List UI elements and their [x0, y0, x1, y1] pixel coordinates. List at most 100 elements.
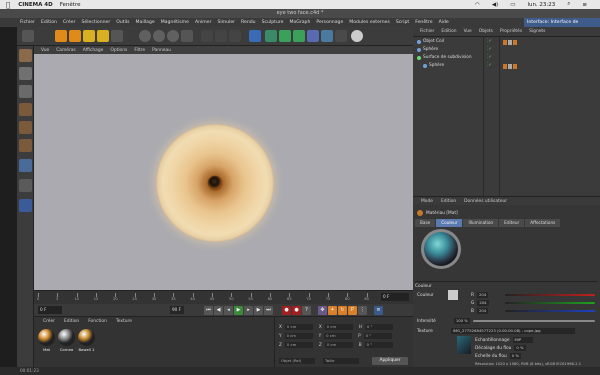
- material-swatch[interactable]: Mat: [38, 329, 55, 357]
- r-slider[interactable]: [505, 294, 595, 296]
- tab-3[interactable]: Editeur: [499, 219, 525, 227]
- color-swatch[interactable]: [447, 290, 458, 300]
- viewport-menu-item[interactable]: Vue: [41, 48, 49, 53]
- key-rot-button[interactable]: ↻: [338, 306, 347, 315]
- visibility-dots[interactable]: ⁚✓: [487, 46, 492, 54]
- object-menu-item[interactable]: Fichier: [420, 29, 434, 34]
- menu-7[interactable]: Animer: [195, 20, 212, 25]
- points-mode-icon[interactable]: [19, 103, 32, 116]
- menu-14[interactable]: Script: [396, 20, 409, 25]
- sculpt-icon[interactable]: [19, 199, 32, 212]
- material-menu-item[interactable]: Fonction: [88, 319, 107, 326]
- window-menu[interactable]: Fenêtre: [60, 2, 81, 8]
- wifi-icon[interactable]: ◠: [475, 2, 480, 8]
- volume-icon[interactable]: ◀): [492, 2, 498, 8]
- viewport-menu-item[interactable]: Options: [110, 48, 127, 53]
- deformer-icon[interactable]: [307, 30, 319, 42]
- object-menu-item[interactable]: Vue: [464, 29, 472, 34]
- b-value[interactable]: 204: [476, 308, 489, 314]
- key-pla-button[interactable]: ⋮: [358, 306, 367, 315]
- coord-position-field[interactable]: 0 cm: [284, 341, 313, 348]
- coord-size-field[interactable]: 0 cm: [324, 323, 353, 330]
- menu-12[interactable]: Personnage: [316, 20, 343, 25]
- tab-2[interactable]: Illumination: [463, 219, 499, 227]
- menu-5[interactable]: Maillage: [136, 20, 155, 25]
- timeline-ruler[interactable]: 051015202530354045505560657075808590: [37, 293, 390, 301]
- array-icon[interactable]: [293, 30, 305, 42]
- coordinate-system-icon[interactable]: [181, 30, 193, 42]
- object-row[interactable]: Sphère ⁚✓: [413, 46, 600, 54]
- clock[interactable]: lun. 23:23: [527, 2, 555, 8]
- autokey-button[interactable]: ●: [292, 306, 301, 315]
- key-pos-button[interactable]: ✥: [318, 306, 327, 315]
- coord-size-field[interactable]: 0 cm: [324, 341, 353, 348]
- intensity-value[interactable]: 100 %: [453, 318, 470, 324]
- coord-position-field[interactable]: 0 cm: [284, 323, 313, 330]
- spline-icon[interactable]: [265, 30, 277, 42]
- menu-3[interactable]: Sélectionner: [81, 20, 110, 25]
- material-swatch[interactable]: Cornea: [58, 329, 75, 357]
- menu-4[interactable]: Outils: [116, 20, 129, 25]
- polygons-mode-icon[interactable]: [19, 139, 32, 152]
- blur-offset-value[interactable]: 0 %: [514, 345, 526, 351]
- rotate-icon[interactable]: [97, 30, 109, 42]
- object-menu-item[interactable]: Edition: [441, 29, 456, 34]
- texture-mode-icon[interactable]: [19, 49, 32, 62]
- object-menu-item[interactable]: Objets: [479, 29, 493, 34]
- scene-icon[interactable]: [321, 30, 333, 42]
- keyframe-selection-button[interactable]: ?: [302, 306, 311, 315]
- prev-key-button[interactable]: ◀: [214, 306, 223, 315]
- render-settings-icon[interactable]: [229, 30, 241, 42]
- apply-button[interactable]: Appliquer: [372, 357, 408, 365]
- coord-position-field[interactable]: 0 cm: [284, 332, 313, 339]
- visibility-dots[interactable]: ⁚✓: [487, 54, 492, 62]
- app-menu[interactable]: CINEMA 4D: [18, 2, 52, 8]
- key-param-button[interactable]: P: [348, 306, 357, 315]
- z-axis-icon[interactable]: [167, 30, 179, 42]
- next-key-button[interactable]: ▶: [254, 306, 263, 315]
- viewport[interactable]: [34, 54, 413, 290]
- texture-thumbnail[interactable]: [457, 336, 471, 354]
- timeline-window-button[interactable]: ≡: [374, 306, 383, 315]
- tag-icons[interactable]: [503, 63, 517, 69]
- menu-11[interactable]: MoGraph: [289, 20, 310, 25]
- menu-2[interactable]: Créer: [63, 20, 76, 25]
- cube-icon[interactable]: [249, 30, 261, 42]
- object-menu-item[interactable]: Propriétés: [500, 29, 522, 34]
- viewport-menu-item[interactable]: Affichage: [83, 48, 104, 53]
- viewport-menu-item[interactable]: Filtre: [134, 48, 145, 53]
- axis-mode-icon[interactable]: [19, 159, 32, 172]
- intensity-slider[interactable]: [473, 320, 595, 322]
- g-slider[interactable]: [505, 302, 595, 304]
- recent-tools-icon[interactable]: [111, 30, 123, 42]
- undo-icon[interactable]: [22, 30, 34, 42]
- menu-10[interactable]: Sculpture: [262, 20, 284, 25]
- material-menu-item[interactable]: Texture: [116, 319, 132, 326]
- viewport-menu-item[interactable]: Caméras: [56, 48, 76, 53]
- viewport-menu-item[interactable]: Panneau: [152, 48, 171, 53]
- tab-0[interactable]: Base: [415, 219, 436, 227]
- apple-icon[interactable]: : [6, 1, 10, 9]
- menu-16[interactable]: Aide: [439, 20, 449, 25]
- material-menu-item[interactable]: Créer: [43, 319, 55, 326]
- menu-9[interactable]: Rendu: [241, 20, 256, 25]
- visibility-dots[interactable]: ⁚✓: [487, 62, 492, 70]
- tab-4[interactable]: Affectations: [525, 219, 561, 227]
- coord-mode-select[interactable]: Objet (Rel): [279, 357, 315, 364]
- x-axis-icon[interactable]: [139, 30, 151, 42]
- checker-icon[interactable]: [19, 67, 32, 80]
- render-view-icon[interactable]: [201, 30, 213, 42]
- play-button[interactable]: ▶: [234, 306, 243, 315]
- attribute-menu-item[interactable]: Données utilisateur: [464, 199, 507, 204]
- coord-rotation-field[interactable]: 0 °: [364, 323, 393, 330]
- battery-icon[interactable]: ▭: [510, 2, 515, 8]
- model-mode-icon[interactable]: [19, 85, 32, 98]
- layout-selector[interactable]: Interface: Interface de démarrage: [524, 18, 600, 34]
- coord-rotation-field[interactable]: 0 °: [364, 341, 393, 348]
- menu-6[interactable]: Magnétisme: [161, 20, 189, 25]
- nurbs-icon[interactable]: [279, 30, 291, 42]
- g-value[interactable]: 204: [477, 300, 489, 306]
- start-frame-field[interactable]: 0 F: [38, 306, 62, 314]
- menu-15[interactable]: Fenêtre: [415, 20, 432, 25]
- end-frame-field[interactable]: 90 F: [170, 306, 184, 314]
